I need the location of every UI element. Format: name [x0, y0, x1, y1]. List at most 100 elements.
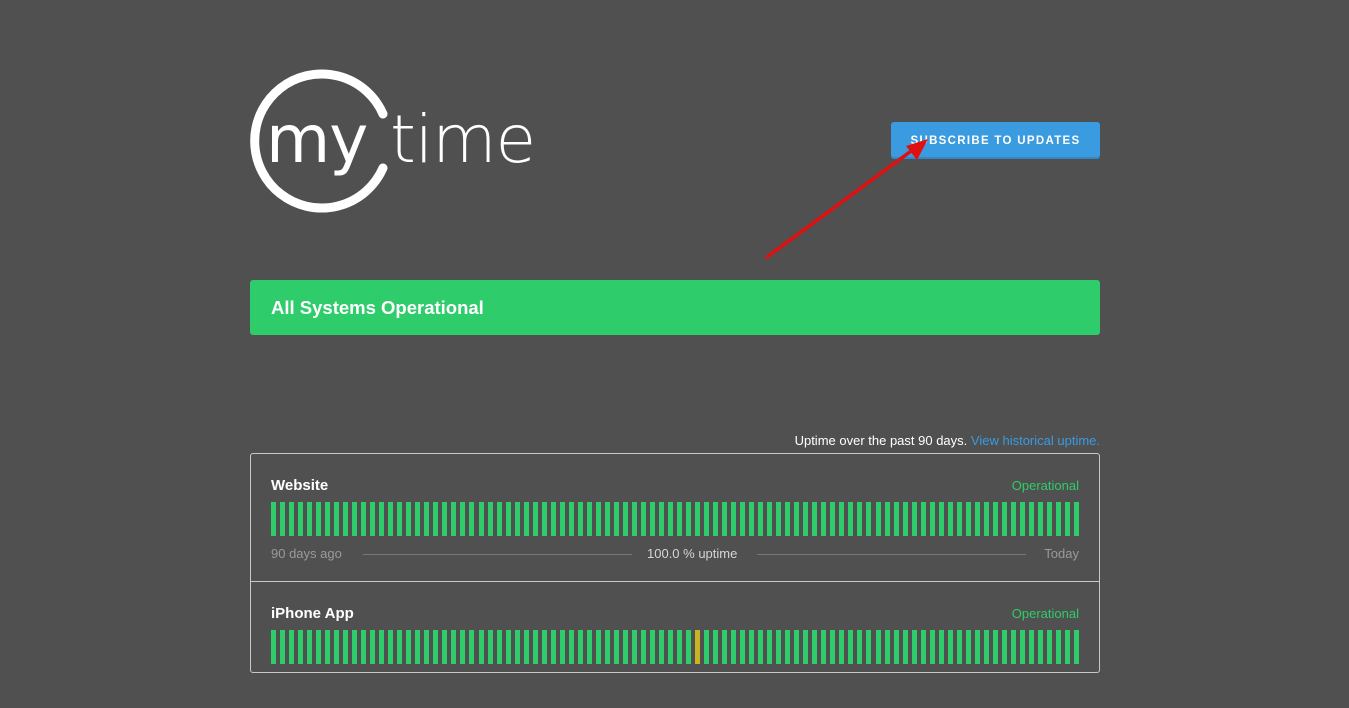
uptime-day-bar[interactable]: [1028, 502, 1034, 536]
uptime-day-bar[interactable]: [1064, 502, 1070, 536]
uptime-day-bar[interactable]: [343, 502, 349, 536]
uptime-day-bar[interactable]: [559, 502, 565, 536]
uptime-day-bar[interactable]: [821, 502, 827, 536]
uptime-day-bar[interactable]: [658, 502, 664, 536]
uptime-day-bar[interactable]: [983, 502, 989, 536]
uptime-day-bar[interactable]: [361, 630, 367, 664]
uptime-day-bar[interactable]: [695, 630, 701, 664]
uptime-day-bar[interactable]: [568, 630, 574, 664]
uptime-day-bar[interactable]: [289, 502, 295, 536]
uptime-day-bar[interactable]: [334, 630, 340, 664]
uptime-day-bar[interactable]: [433, 502, 439, 536]
uptime-day-bar[interactable]: [271, 502, 276, 536]
uptime-day-bar[interactable]: [956, 502, 962, 536]
uptime-day-bar[interactable]: [1028, 630, 1034, 664]
uptime-day-bar[interactable]: [686, 502, 692, 536]
uptime-day-bar[interactable]: [487, 502, 493, 536]
uptime-day-bar[interactable]: [704, 630, 710, 664]
uptime-day-bar[interactable]: [352, 630, 358, 664]
uptime-day-bar[interactable]: [785, 630, 791, 664]
uptime-day-bar[interactable]: [505, 502, 511, 536]
uptime-day-bar[interactable]: [866, 502, 872, 536]
uptime-day-bar[interactable]: [893, 502, 899, 536]
uptime-day-bar[interactable]: [1010, 502, 1016, 536]
uptime-day-bar[interactable]: [469, 502, 475, 536]
uptime-day-bar[interactable]: [1010, 630, 1016, 664]
uptime-day-bar[interactable]: [965, 502, 971, 536]
uptime-day-bar[interactable]: [812, 502, 818, 536]
uptime-day-bar[interactable]: [406, 630, 412, 664]
uptime-day-bar[interactable]: [839, 630, 845, 664]
uptime-day-bar[interactable]: [947, 502, 953, 536]
uptime-day-bar[interactable]: [803, 630, 809, 664]
uptime-day-bar[interactable]: [487, 630, 493, 664]
uptime-day-bar[interactable]: [316, 502, 322, 536]
uptime-day-bar[interactable]: [271, 630, 276, 664]
uptime-day-bar[interactable]: [911, 502, 917, 536]
uptime-day-bar[interactable]: [1019, 502, 1025, 536]
uptime-day-bar[interactable]: [1046, 630, 1052, 664]
uptime-day-bar[interactable]: [758, 630, 764, 664]
uptime-day-bar[interactable]: [631, 630, 637, 664]
uptime-day-bar[interactable]: [289, 630, 295, 664]
uptime-day-bar[interactable]: [821, 630, 827, 664]
uptime-day-bar[interactable]: [812, 630, 818, 664]
uptime-day-bar[interactable]: [280, 502, 286, 536]
uptime-day-bar[interactable]: [640, 630, 646, 664]
uptime-day-bar[interactable]: [631, 502, 637, 536]
uptime-day-bar[interactable]: [803, 502, 809, 536]
uptime-day-bar[interactable]: [397, 630, 403, 664]
uptime-day-bar[interactable]: [911, 630, 917, 664]
uptime-day-bar[interactable]: [577, 630, 583, 664]
uptime-day-bar[interactable]: [379, 630, 385, 664]
uptime-day-bar[interactable]: [433, 630, 439, 664]
uptime-day-bar[interactable]: [785, 502, 791, 536]
uptime-day-bar[interactable]: [794, 502, 800, 536]
uptime-day-bar[interactable]: [361, 502, 367, 536]
uptime-day-bar[interactable]: [1064, 630, 1070, 664]
uptime-day-bar[interactable]: [613, 630, 619, 664]
uptime-day-bar[interactable]: [902, 630, 908, 664]
uptime-day-bar[interactable]: [713, 502, 719, 536]
uptime-day-bar[interactable]: [649, 630, 655, 664]
uptime-day-bar[interactable]: [352, 502, 358, 536]
uptime-day-bar[interactable]: [541, 630, 547, 664]
uptime-day-bar[interactable]: [992, 630, 998, 664]
uptime-day-bar[interactable]: [613, 502, 619, 536]
uptime-day-bar[interactable]: [983, 630, 989, 664]
uptime-day-bar[interactable]: [875, 630, 881, 664]
uptime-day-bar[interactable]: [532, 502, 538, 536]
uptime-day-bar[interactable]: [830, 630, 836, 664]
uptime-day-bar[interactable]: [875, 502, 881, 536]
uptime-day-bar[interactable]: [920, 630, 926, 664]
uptime-day-bar[interactable]: [604, 630, 610, 664]
uptime-day-bar[interactable]: [965, 630, 971, 664]
uptime-day-bar[interactable]: [640, 502, 646, 536]
uptime-day-bar[interactable]: [947, 630, 953, 664]
uptime-day-bar[interactable]: [992, 502, 998, 536]
uptime-day-bar[interactable]: [586, 502, 592, 536]
uptime-day-bar[interactable]: [424, 502, 430, 536]
uptime-day-bar[interactable]: [902, 502, 908, 536]
uptime-day-bar[interactable]: [442, 502, 448, 536]
uptime-day-bar[interactable]: [866, 630, 872, 664]
uptime-day-bar[interactable]: [713, 630, 719, 664]
uptime-day-bar[interactable]: [604, 502, 610, 536]
uptime-day-bar[interactable]: [298, 502, 304, 536]
uptime-day-bar[interactable]: [496, 630, 502, 664]
uptime-day-bar[interactable]: [1037, 502, 1043, 536]
uptime-day-bar[interactable]: [343, 630, 349, 664]
uptime-day-bar[interactable]: [280, 630, 286, 664]
uptime-day-bar[interactable]: [704, 502, 710, 536]
uptime-day-bar[interactable]: [938, 502, 944, 536]
uptime-day-bar[interactable]: [325, 630, 331, 664]
uptime-day-bar[interactable]: [550, 502, 556, 536]
uptime-day-bar[interactable]: [929, 630, 935, 664]
uptime-day-bar[interactable]: [776, 630, 782, 664]
uptime-day-bar[interactable]: [1001, 502, 1007, 536]
uptime-day-bar[interactable]: [370, 502, 376, 536]
uptime-day-bar[interactable]: [929, 502, 935, 536]
uptime-day-bar[interactable]: [794, 630, 800, 664]
uptime-day-bar[interactable]: [731, 630, 737, 664]
uptime-day-bar[interactable]: [677, 630, 682, 664]
